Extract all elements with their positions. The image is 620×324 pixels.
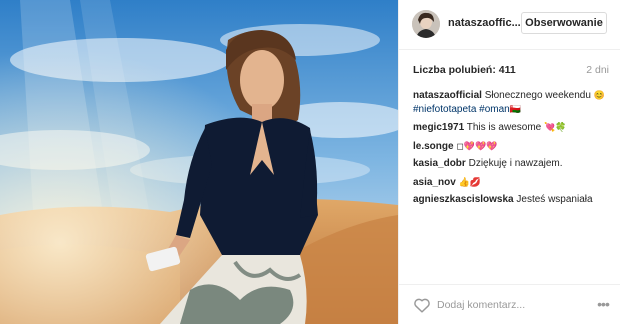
comment-item: megic1971 This is awesome 💘🍀	[413, 121, 613, 135]
post-side-panel: nataszaoffic... Obserwowanie Liczba polu…	[398, 0, 620, 324]
add-comment-input[interactable]	[437, 296, 587, 314]
comment-username[interactable]: le.songe	[413, 141, 454, 152]
hashtag-link[interactable]: #niefototapeta	[413, 104, 476, 115]
hashtag-link[interactable]: #oman	[479, 104, 510, 115]
comment-username[interactable]: megic1971	[413, 122, 464, 133]
comment-emoji: 👍💋	[458, 176, 482, 187]
comment-emoji: ◻💖💖💖	[456, 140, 498, 151]
comment-username[interactable]: agnieszkascislowska	[413, 194, 514, 205]
comment-item: agnieszkascislowska Jesteś wspaniała	[413, 194, 613, 207]
likes-count[interactable]: Liczba polubień: 411	[413, 64, 516, 76]
comments-list: nataszaofficial Słonecznego weekendu 😊 #n…	[413, 89, 613, 212]
comment-emoji: 💘🍀	[544, 122, 567, 132]
avatar-image	[412, 10, 440, 38]
author-username[interactable]: nataszaoffic...	[448, 17, 521, 29]
post-photo-graphic	[0, 0, 398, 324]
comment-item: le.songe ◻💖💖💖	[413, 140, 613, 154]
more-options-icon[interactable]: •••	[594, 296, 612, 314]
comment-item: kasia_dobr Dziękuję i nawzajem.	[413, 158, 613, 171]
caption-username[interactable]: nataszaofficial	[413, 90, 482, 101]
avatar[interactable]	[412, 10, 440, 38]
comment-item: asia_nov 👍💋	[413, 176, 613, 190]
heart-icon[interactable]	[413, 297, 431, 313]
comment-username[interactable]: asia_nov	[413, 177, 456, 188]
following-button[interactable]: Obserwowanie	[521, 12, 607, 34]
comment-text: This is awesome	[464, 122, 544, 133]
post-photo[interactable]	[0, 0, 398, 324]
caption-emoji: 😊	[593, 90, 605, 100]
post-timestamp[interactable]: 2 dni	[586, 64, 609, 76]
post-action-bar: •••	[399, 284, 620, 324]
post-stats: Liczba polubień: 411 2 dni	[413, 64, 609, 78]
comment-username[interactable]: kasia_dobr	[413, 158, 466, 169]
comment-text: Dziękuję i nawzajem.	[465, 158, 563, 169]
caption: nataszaofficial Słonecznego weekendu 😊 #n…	[413, 89, 613, 116]
post-header: nataszaoffic... Obserwowanie	[399, 0, 620, 50]
flag-emoji: 🇴🇲	[509, 103, 521, 114]
caption-text: Słonecznego weekendu	[481, 90, 594, 101]
comment-text: Jesteś wspaniała	[513, 194, 593, 205]
